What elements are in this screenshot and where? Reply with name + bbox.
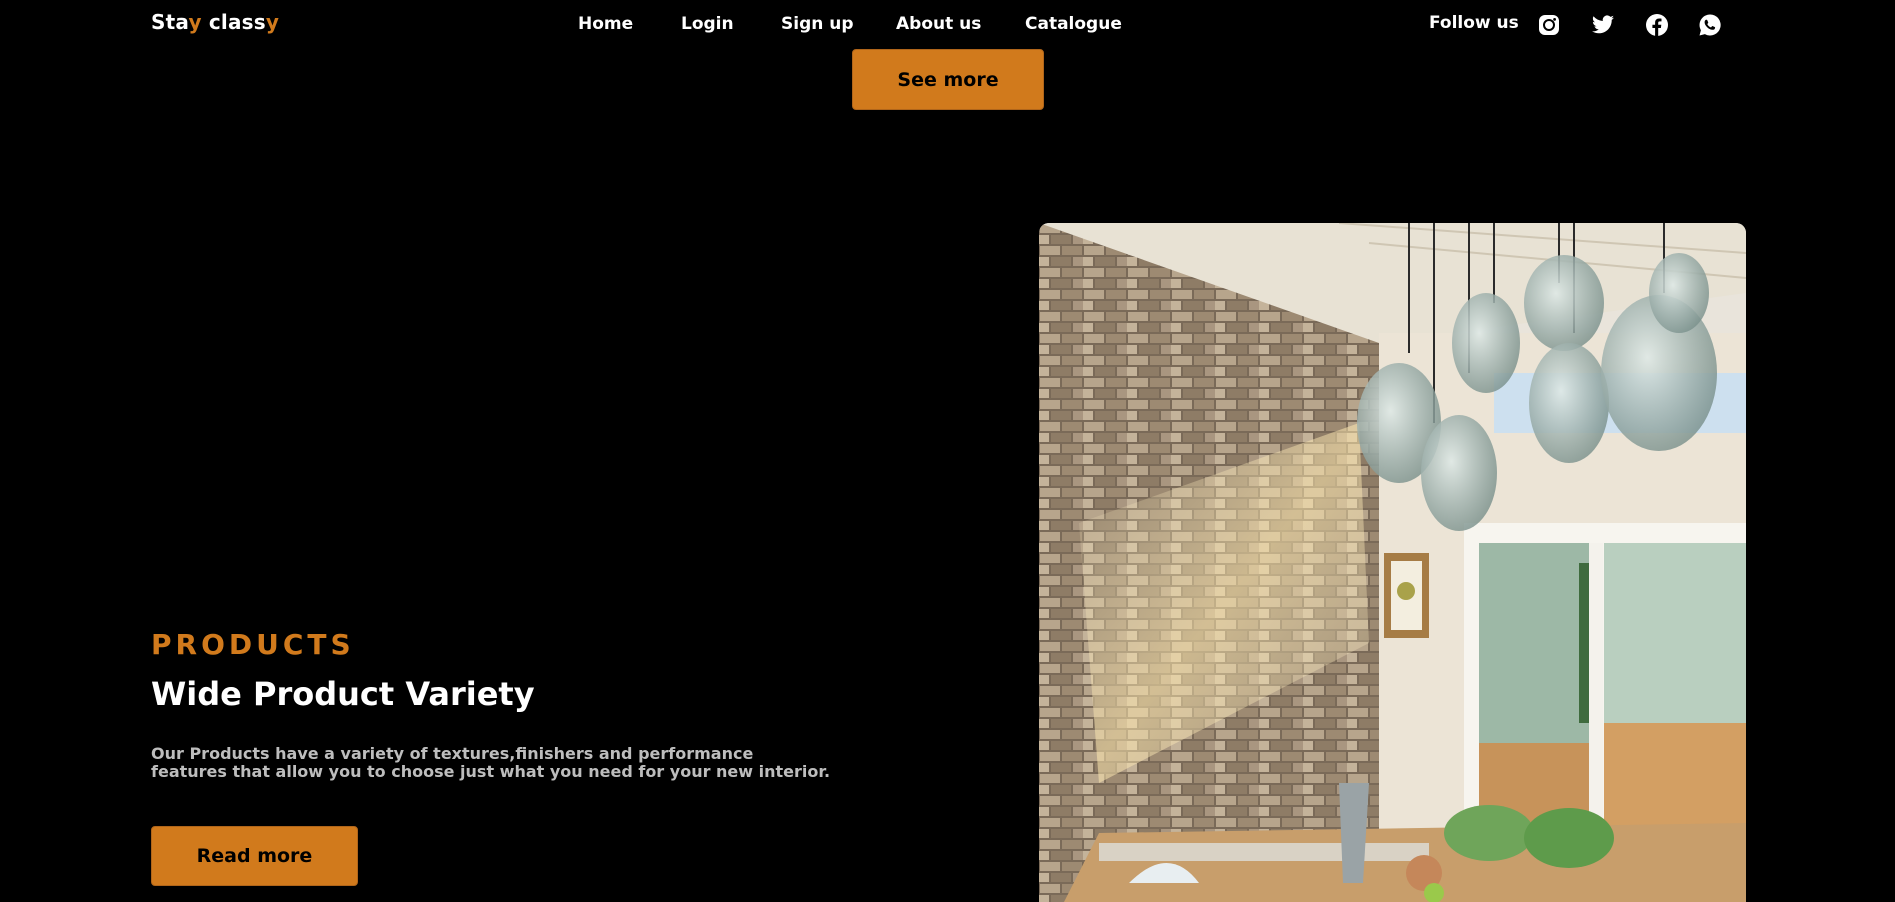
instagram-icon[interactable] [1536, 12, 1562, 38]
see-more-button[interactable]: See more [852, 49, 1044, 110]
section-eyebrow: PRODUCTS [151, 628, 355, 661]
whatsapp-icon[interactable] [1697, 12, 1723, 38]
section-heading: Wide Product Variety [151, 675, 535, 713]
read-more-button[interactable]: Read more [151, 826, 358, 886]
follow-us-label: Follow us [1429, 13, 1519, 33]
nav-home-link[interactable]: Home [578, 14, 633, 34]
nav-signup-link[interactable]: Sign up [781, 14, 854, 34]
section-description: Our Products have a variety of textures,… [151, 744, 831, 781]
brand-part-2: class [201, 10, 266, 34]
facebook-icon[interactable] [1644, 12, 1670, 38]
brand-accent-2: y [265, 10, 280, 34]
brand-logo[interactable]: Stay classy [151, 10, 279, 34]
nav-about-link[interactable]: About us [896, 14, 981, 34]
brand-accent-1: y [188, 10, 202, 34]
twitter-icon[interactable] [1590, 12, 1616, 38]
nav-login-link[interactable]: Login [681, 14, 734, 34]
interior-photo [1039, 223, 1746, 902]
nav-catalogue-link[interactable]: Catalogue [1025, 14, 1122, 34]
brand-part-1: Sta [151, 10, 189, 34]
